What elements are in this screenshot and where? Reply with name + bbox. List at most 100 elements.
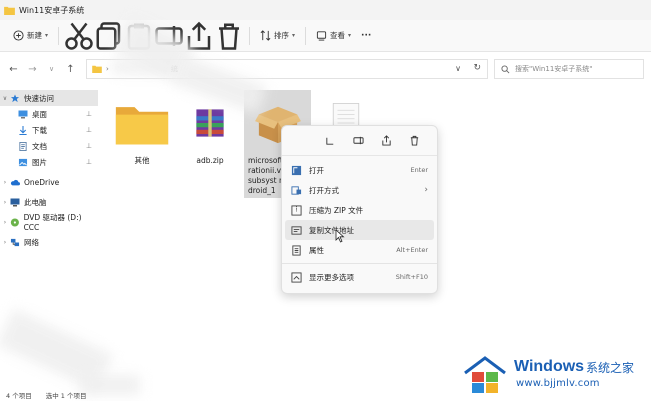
- sidebar-item-label: 下载: [32, 125, 47, 135]
- context-item-label: 复制文件地址: [309, 225, 354, 235]
- folder-icon: [92, 65, 102, 73]
- context-quick-actions: [282, 126, 437, 156]
- search-placeholder: 搜索"Win11安卓子系统": [515, 65, 593, 73]
- chevron-right-icon: ›: [3, 178, 7, 186]
- watermark: Windows 系统之家 www.bjjmlv.com: [462, 350, 651, 400]
- watermark-brand-cn: 系统之家: [586, 361, 635, 375]
- toolbar-divider: [305, 26, 307, 45]
- more-button[interactable]: ···: [356, 25, 376, 47]
- forward-button[interactable]: →: [23, 60, 42, 79]
- context-item-more-options[interactable]: 显示更多选项 Shift+F10: [282, 267, 437, 287]
- sidebar-item-quick-access[interactable]: ∨ 快速访问: [0, 90, 98, 106]
- network-icon: [10, 238, 20, 246]
- sidebar-item-label: 图片: [32, 157, 47, 167]
- context-item-compress-zip[interactable]: 压缩为 ZIP 文件: [282, 200, 437, 220]
- toolbar-divider: [249, 26, 251, 45]
- new-button[interactable]: 新建 ▾: [8, 25, 53, 47]
- new-label: 新建: [27, 31, 42, 40]
- sidebar-item-desktop[interactable]: 桌面 ⊥: [0, 106, 98, 122]
- refresh-icon[interactable]: ↻: [473, 63, 481, 73]
- view-button[interactable]: 查看 ▾: [311, 25, 356, 47]
- menu-divider: [282, 263, 437, 264]
- chevron-down-icon: ▾: [45, 32, 49, 39]
- delete-action[interactable]: [400, 135, 428, 146]
- file-name: 其他: [134, 156, 150, 165]
- pin-icon[interactable]: ⊥: [86, 110, 92, 118]
- trash-icon: [410, 135, 418, 146]
- chevron-down-icon: ▾: [292, 32, 296, 39]
- delete-button[interactable]: [214, 23, 244, 50]
- copy-path-icon: [290, 225, 302, 236]
- sort-label: 排序: [274, 31, 290, 40]
- context-item-label: 打开: [309, 165, 324, 175]
- rename-icon: [352, 136, 364, 145]
- folder-icon: [4, 6, 15, 15]
- shortcut-label: Shift+F10: [395, 273, 428, 281]
- sidebar-item-network[interactable]: › 网络: [0, 234, 98, 250]
- cut-button[interactable]: [64, 22, 94, 50]
- up-button[interactable]: ↑: [61, 60, 80, 79]
- sidebar-item-label: OneDrive: [24, 177, 60, 187]
- zip-icon: [290, 204, 302, 216]
- pin-icon[interactable]: ⊥: [86, 158, 92, 166]
- shortcut-label: Enter: [410, 166, 428, 174]
- context-item-open[interactable]: 打开 Enter: [282, 160, 437, 180]
- chevron-down-icon: ∨: [2, 94, 8, 102]
- sidebar-item-label: 网络: [24, 237, 39, 247]
- sidebar-item-dvd-drive[interactable]: › DVD 驱动器 (D:) CCC: [0, 213, 98, 232]
- rename-action[interactable]: [344, 135, 372, 146]
- context-item-label: 显示更多选项: [309, 272, 354, 282]
- address-row: ← → ∨ ↑ › 统 ∨ ↻ 搜索"Win11安卓子系统": [0, 56, 651, 82]
- command-bar: 新建 ▾ 排序 ▾ 查看 ▾ ···: [0, 20, 651, 52]
- chevron-right-icon: ›: [3, 238, 7, 246]
- computer-icon: [10, 198, 20, 206]
- breadcrumb-separator: ›: [106, 65, 109, 73]
- context-item-label: 打开方式: [309, 185, 339, 195]
- sidebar-item-pictures[interactable]: 图片 ⊥: [0, 154, 98, 170]
- watermark-url: www.bjjmlv.com: [516, 378, 600, 389]
- sidebar-item-this-pc[interactable]: › 此电脑: [0, 194, 98, 210]
- recent-button[interactable]: ∨: [42, 60, 61, 79]
- selected-count: 选中 1 个项目: [45, 391, 87, 400]
- sort-button[interactable]: 排序 ▾: [255, 25, 300, 47]
- copy-icon: [325, 137, 333, 145]
- sidebar-item-label: 此电脑: [24, 197, 47, 207]
- star-icon: [10, 93, 20, 102]
- context-item-open-with[interactable]: 打开方式 ›: [282, 180, 437, 200]
- sidebar-item-onedrive[interactable]: › OneDrive: [0, 174, 98, 190]
- open-icon: [290, 165, 302, 176]
- pin-icon[interactable]: ⊥: [86, 142, 92, 150]
- share-action[interactable]: [372, 135, 400, 146]
- context-menu: 打开 Enter 打开方式 › 压缩为 ZIP 文件 复制文件地址 属性 Alt…: [281, 125, 438, 294]
- arrow-right-icon: →: [28, 63, 37, 75]
- context-item-label: 属性: [309, 245, 324, 255]
- context-item-copy-path[interactable]: 复制文件地址: [285, 220, 434, 240]
- file-item-folder[interactable]: 其他: [110, 94, 174, 166]
- view-label: 查看: [330, 31, 346, 40]
- share-icon: [381, 135, 391, 146]
- copy-action[interactable]: [316, 135, 344, 146]
- scissors-icon: [65, 22, 93, 50]
- windows-logo-icon: [464, 356, 506, 393]
- more-label: ···: [361, 30, 372, 41]
- properties-icon: [290, 244, 302, 256]
- trash-icon: [219, 23, 240, 50]
- sidebar-item-downloads[interactable]: 下载 ⊥: [0, 122, 98, 138]
- file-name: adb.zip: [196, 156, 224, 165]
- address-dropdown-icon[interactable]: ∨: [455, 64, 461, 73]
- desktop-icon: [18, 110, 28, 118]
- view-icon: [316, 31, 327, 41]
- cloud-icon: [10, 179, 20, 185]
- item-count: 4 个项目: [6, 391, 32, 400]
- plus-circle-icon: [13, 30, 24, 41]
- watermark-brand: Windows: [514, 358, 585, 375]
- dvd-drive-icon: [10, 217, 19, 227]
- pin-icon[interactable]: ⊥: [86, 126, 92, 134]
- sidebar-item-label: 快速访问: [24, 93, 54, 103]
- context-item-properties[interactable]: 属性 Alt+Enter: [282, 240, 437, 260]
- context-item-label: 压缩为 ZIP 文件: [309, 205, 364, 215]
- back-button[interactable]: ←: [4, 60, 23, 79]
- sort-icon: [260, 30, 271, 41]
- sidebar-item-documents[interactable]: 文档 ⊥: [0, 138, 98, 154]
- search-input[interactable]: 搜索"Win11安卓子系统": [494, 59, 644, 79]
